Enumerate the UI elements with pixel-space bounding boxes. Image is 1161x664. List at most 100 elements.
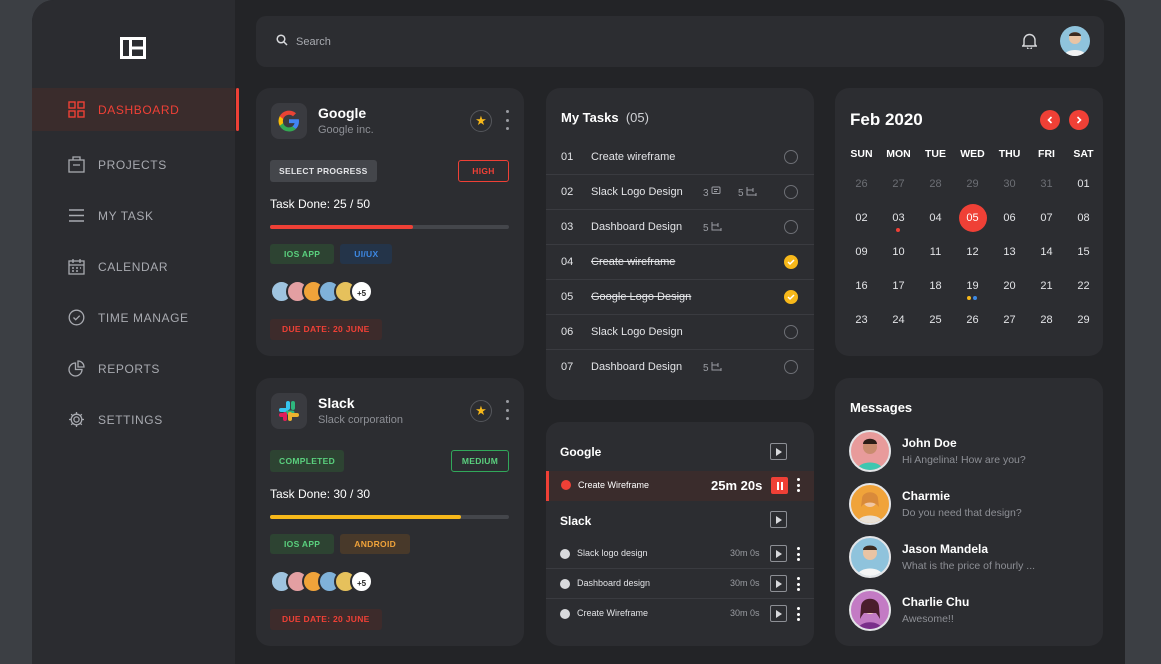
chevron-left-icon[interactable] [1040,110,1060,130]
chevron-right-icon[interactable] [1069,110,1089,130]
calendar-day[interactable]: 08 [1065,208,1102,242]
task-row[interactable]: 02 Slack Logo Design 3 5 [546,175,814,210]
user-avatar[interactable] [1060,26,1090,56]
search-input[interactable] [296,31,596,53]
timer-icon [560,549,570,559]
sidebar-item-settings[interactable]: SETTINGS [32,394,235,445]
grid-icon [67,101,85,119]
calendar-day[interactable]: 15 [1065,242,1102,276]
active-timer-row[interactable]: Create Wireframe 25m 20s [546,471,814,501]
calendar-day[interactable]: 24 [880,310,917,344]
calendar-day[interactable]: 28 [917,174,954,208]
tag-chip[interactable]: ANDROID [340,534,411,554]
project-company: Slack corporation [318,414,403,426]
more-options-icon[interactable] [504,110,510,130]
task-checkbox-checked[interactable] [784,255,798,269]
sidebar-item-projects[interactable]: PROJECTS [32,139,235,190]
message-item[interactable]: Charlie Chu Awesome!! [849,589,1089,635]
project-card-slack[interactable]: Slack Slack corporation ★ COMPLETED MEDI… [256,378,524,646]
calendar-day-today[interactable]: 05 [954,204,991,242]
select-progress-button[interactable]: SELECT PROGRESS [270,160,377,182]
task-row[interactable]: 03 Dashboard Design 5 [546,210,814,245]
play-icon[interactable] [770,443,787,460]
calendar-day[interactable]: 18 [917,276,954,310]
sidebar-item-time-manage[interactable]: TIME MANAGE [32,292,235,343]
calendar-day[interactable]: 14 [1028,242,1065,276]
calendar-day[interactable]: 13 [991,242,1028,276]
calendar-day[interactable]: 07 [1028,208,1065,242]
message-item[interactable]: Jason Mandela What is the price of hourl… [849,536,1089,582]
task-row[interactable]: 04 Create wireframe [546,245,814,280]
task-row[interactable]: 01 Create wireframe [546,140,814,175]
project-card-google[interactable]: Google Google inc. ★ SELECT PROGRESS HIG… [256,88,524,356]
tag-chip[interactable]: IOS APP [270,534,335,554]
more-options-icon[interactable] [795,478,801,492]
pause-icon[interactable] [771,477,788,494]
calendar-day[interactable]: 30 [991,174,1028,208]
star-icon[interactable]: ★ [470,400,492,422]
sidebar-item-dashboard[interactable]: DASHBOARD [32,88,239,131]
member-avatars[interactable]: +5 [270,280,373,303]
timer-row[interactable]: Dashboard design 30m 0s [546,569,814,599]
sidebar-item-calendar[interactable]: CALENDAR [32,241,235,292]
task-checkbox[interactable] [784,220,798,234]
task-row[interactable]: 06 Slack Logo Design [546,315,814,350]
calendar-day[interactable]: 01 [1065,174,1102,208]
more-options-icon[interactable] [795,577,801,591]
message-item[interactable]: Charmie Do you need that design? [849,483,1089,529]
calendar-widget: Feb 2020 SUN MON TUE WED THU FRI SAT 26 … [835,88,1103,356]
calendar-day[interactable]: 12 [954,242,991,276]
sidebar-item-reports[interactable]: REPORTS [32,343,235,394]
calendar-day[interactable]: 06 [991,208,1028,242]
message-item[interactable]: John Doe Hi Angelina! How are you? [849,430,1089,476]
calendar-day[interactable]: 10 [880,242,917,276]
play-icon[interactable] [770,575,787,592]
calendar-day[interactable]: 22 [1065,276,1102,310]
calendar-day[interactable]: 16 [843,276,880,310]
completed-status-button[interactable]: COMPLETED [270,450,345,472]
more-options-icon[interactable] [504,400,510,420]
calendar-day[interactable]: 28 [1028,310,1065,344]
task-checkbox[interactable] [784,325,798,339]
calendar-day[interactable]: 23 [843,310,880,344]
calendar-day[interactable]: 19 [954,276,991,310]
tag-chip[interactable]: IOS APP [270,244,335,264]
task-checkbox-checked[interactable] [784,290,798,304]
task-checkbox[interactable] [784,360,798,374]
calendar-day[interactable]: 29 [1065,310,1102,344]
calendar-day[interactable]: 21 [1028,276,1065,310]
play-icon[interactable] [770,545,787,562]
more-options-icon[interactable] [795,547,801,561]
task-checkbox[interactable] [784,150,798,164]
calendar-day[interactable]: 04 [917,208,954,242]
calendar-day[interactable]: 17 [880,276,917,310]
timer-task-name: Create Wireframe [577,608,649,618]
task-row[interactable]: 07 Dashboard Design 5 [546,350,814,385]
sidebar-item-my-task[interactable]: MY TASK [32,190,235,241]
calendar-day[interactable]: 26 [954,310,991,344]
task-checkbox[interactable] [784,185,798,199]
calendar-day[interactable]: 27 [991,310,1028,344]
timer-row[interactable]: Slack logo design 30m 0s [546,539,814,569]
sidebar-item-label: TIME MANAGE [98,310,189,325]
calendar-day[interactable]: 31 [1028,174,1065,208]
calendar-day[interactable]: 27 [880,174,917,208]
play-icon[interactable] [770,605,787,622]
messages-panel: Messages John Doe Hi Angelina! How are y… [835,378,1103,646]
calendar-day[interactable]: 20 [991,276,1028,310]
calendar-day[interactable]: 11 [917,242,954,276]
bell-icon[interactable] [1022,32,1037,49]
more-options-icon[interactable] [795,607,801,621]
calendar-day[interactable]: 03 [880,208,917,242]
play-icon[interactable] [770,511,787,528]
tag-chip[interactable]: UI/UX [340,244,393,264]
calendar-day[interactable]: 25 [917,310,954,344]
member-avatars[interactable]: +5 [270,570,373,593]
star-icon[interactable]: ★ [470,110,492,132]
calendar-day[interactable]: 02 [843,208,880,242]
calendar-day[interactable]: 26 [843,174,880,208]
calendar-day[interactable]: 09 [843,242,880,276]
task-row[interactable]: 05 Google Logo Design [546,280,814,315]
calendar-day[interactable]: 29 [954,174,991,208]
timer-row[interactable]: Create Wireframe 30m 0s [546,599,814,629]
